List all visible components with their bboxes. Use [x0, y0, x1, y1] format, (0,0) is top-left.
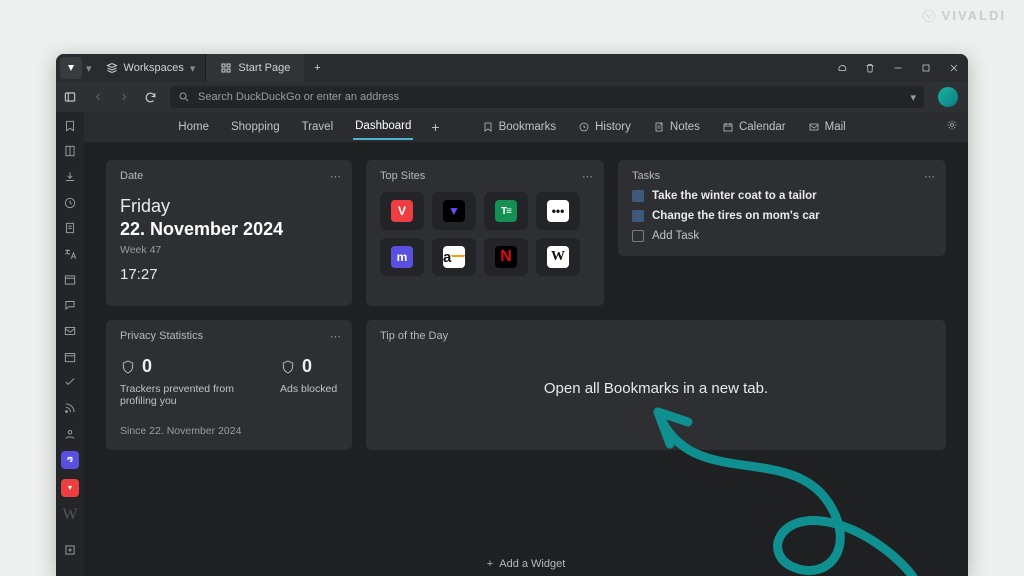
panel-contacts-icon[interactable]: [62, 426, 78, 442]
top-site-wikipedia[interactable]: W: [536, 238, 580, 276]
search-icon: [178, 91, 190, 103]
ads-label: Ads blocked: [280, 383, 337, 395]
date-full: 22. November 2024: [120, 219, 338, 240]
task-item[interactable]: Take the winter coat to a tailor: [632, 190, 932, 202]
panel-window-icon[interactable]: [62, 272, 78, 288]
top-site-vercel[interactable]: ▼: [432, 192, 476, 230]
panel-wikipedia-icon[interactable]: W: [62, 507, 78, 523]
nav-home[interactable]: Home: [176, 115, 211, 139]
privacy-since: Since 22. November 2024: [120, 425, 338, 437]
widget-menu-icon[interactable]: ⋯: [582, 170, 594, 183]
top-sites-title: Top Sites: [380, 170, 590, 182]
panel-add-icon[interactable]: [62, 543, 78, 559]
browser-window: ▾ Workspaces ▾ Start Page +: [56, 54, 968, 576]
panel-notes-icon[interactable]: [62, 221, 78, 237]
top-site-amazon[interactable]: a: [432, 238, 476, 276]
date-widget: Date ⋯ Friday 22. November 2024 Week 47 …: [106, 160, 352, 306]
privacy-title: Privacy Statistics: [120, 330, 338, 342]
minimize-button[interactable]: [884, 54, 912, 82]
top-site-netflix[interactable]: N: [484, 238, 528, 276]
nav-mail[interactable]: Mail: [806, 115, 848, 139]
back-button[interactable]: ‹: [86, 82, 110, 112]
shield-icon: [280, 358, 296, 376]
tip-title: Tip of the Day: [380, 330, 932, 342]
nav-calendar[interactable]: Calendar: [720, 115, 788, 139]
trackers-label: Trackers prevented from profiling you: [120, 383, 240, 407]
panel-calendar-icon[interactable]: [62, 349, 78, 365]
close-button[interactable]: [940, 54, 968, 82]
nav-travel[interactable]: Travel: [300, 115, 336, 139]
nav-dashboard[interactable]: Dashboard: [353, 114, 413, 140]
speed-dial-nav: Home Shopping Travel Dashboard + Bookmar…: [56, 112, 968, 142]
panel-history-icon[interactable]: [62, 195, 78, 211]
tasks-title: Tasks: [632, 170, 932, 182]
tab-start-page[interactable]: Start Page: [206, 54, 304, 82]
checkbox-icon[interactable]: [632, 210, 644, 222]
trash-icon[interactable]: [856, 54, 884, 82]
address-input[interactable]: Search DuckDuckGo or enter an address ▾: [170, 86, 924, 108]
nav-bookmarks[interactable]: Bookmarks: [480, 115, 559, 139]
checkbox-empty-icon: [632, 230, 644, 242]
panel-downloads-icon[interactable]: [62, 169, 78, 185]
widget-menu-icon[interactable]: ⋯: [330, 170, 342, 183]
panel-tasks-icon[interactable]: [62, 374, 78, 390]
vivaldi-watermark: VIVALDI: [922, 8, 1006, 23]
workspaces-label: Workspaces: [124, 62, 184, 74]
sync-icon[interactable]: [828, 54, 856, 82]
panel-chat-icon[interactable]: [62, 297, 78, 313]
side-panel: W: [56, 112, 84, 576]
chevron-down-icon: ▾: [190, 62, 196, 75]
panel-bookmarks-icon[interactable]: [62, 118, 78, 134]
add-task-button[interactable]: Add Task: [632, 230, 932, 242]
address-placeholder: Search DuckDuckGo or enter an address: [198, 91, 399, 103]
shield-icon: [120, 358, 136, 376]
add-widget-button[interactable]: + Add a Widget: [84, 558, 968, 570]
maximize-button[interactable]: [912, 54, 940, 82]
new-tab-button[interactable]: +: [304, 54, 330, 82]
workspaces-button[interactable]: Workspaces ▾: [96, 54, 207, 82]
panel-vivaldi-icon[interactable]: [61, 479, 79, 497]
top-site-site-dots[interactable]: •••: [536, 192, 580, 230]
tasks-widget: Tasks ⋯ Take the winter coat to a tailor…: [618, 160, 946, 256]
vivaldi-menu-button[interactable]: [60, 57, 82, 79]
widget-menu-icon[interactable]: ⋯: [924, 170, 936, 183]
dashboard-area: Date ⋯ Friday 22. November 2024 Week 47 …: [84, 142, 968, 576]
date-time: 17:27: [120, 266, 338, 283]
settings-icon[interactable]: [946, 119, 958, 134]
nav-notes[interactable]: Notes: [651, 115, 702, 139]
tip-message: Open all Bookmarks in a new tab.: [380, 380, 932, 397]
panel-feeds-icon[interactable]: [62, 400, 78, 416]
top-site-techcrunch[interactable]: T≡: [484, 192, 528, 230]
date-widget-title: Date: [120, 170, 338, 182]
panel-toggle-button[interactable]: [56, 83, 84, 111]
panel-translate-icon[interactable]: [62, 246, 78, 262]
nav-shopping[interactable]: Shopping: [229, 115, 282, 139]
nav-add-button[interactable]: +: [431, 119, 439, 135]
panel-reading-list-icon[interactable]: [62, 144, 78, 160]
task-item[interactable]: Change the tires on mom's car: [632, 210, 932, 222]
panel-mastodon-icon[interactable]: [61, 451, 79, 469]
forward-button[interactable]: ›: [112, 82, 136, 112]
panel-mail-icon[interactable]: [62, 323, 78, 339]
tab-label: Start Page: [238, 62, 290, 74]
date-week: Week 47: [120, 244, 338, 256]
checkbox-icon[interactable]: [632, 190, 644, 202]
menu-chevron-icon: ▾: [86, 62, 92, 75]
address-bar-row: ‹ › Search DuckDuckGo or enter an addres…: [56, 82, 968, 112]
privacy-widget: Privacy Statistics ⋯ 0 Trackers prevente…: [106, 320, 352, 450]
widget-menu-icon[interactable]: ⋯: [330, 330, 342, 343]
address-chevron-icon[interactable]: ▾: [910, 91, 916, 104]
nav-history[interactable]: History: [576, 115, 633, 139]
profile-avatar[interactable]: [938, 87, 958, 107]
top-site-vivaldi[interactable]: V: [380, 192, 424, 230]
title-bar: ▾ Workspaces ▾ Start Page +: [56, 54, 968, 82]
reload-button[interactable]: [138, 82, 162, 112]
top-site-mastodon[interactable]: m: [380, 238, 424, 276]
tip-widget: Tip of the Day Open all Bookmarks in a n…: [366, 320, 946, 450]
top-sites-widget: Top Sites ⋯ V▼T≡••• maNW: [366, 160, 604, 306]
date-weekday: Friday: [120, 196, 338, 217]
